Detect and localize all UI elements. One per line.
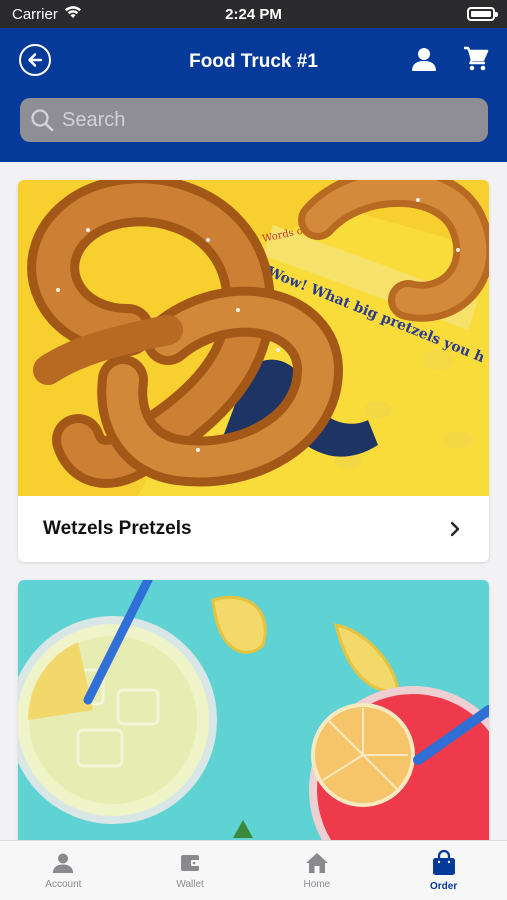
search-icon xyxy=(31,109,54,132)
back-arrow-circle-icon xyxy=(28,53,43,67)
profile-button[interactable] xyxy=(409,44,439,74)
tab-home[interactable]: Home xyxy=(254,841,381,900)
wifi-icon xyxy=(64,5,82,23)
status-bar: Carrier 2:24 PM xyxy=(0,0,507,28)
tab-bar: Account Wallet Home Order xyxy=(0,840,507,900)
cart-icon xyxy=(464,46,489,71)
tab-account[interactable]: Account xyxy=(0,841,127,900)
chevron-right-icon xyxy=(450,521,460,537)
search-input[interactable] xyxy=(62,108,462,132)
home-icon xyxy=(305,852,328,873)
vendor-card-wetzels[interactable]: Wow! What big pretzels you h Words of We… xyxy=(18,180,489,562)
battery-icon xyxy=(467,7,498,21)
pretzels-photo: Wow! What big pretzels you h Words of We… xyxy=(18,180,489,496)
person-icon xyxy=(53,853,74,873)
carrier-label: Carrier xyxy=(12,5,58,23)
vendor-list: Wow! What big pretzels you h Words of We… xyxy=(0,162,507,840)
page-title: Food Truck #1 xyxy=(189,51,318,72)
tab-wallet[interactable]: Wallet xyxy=(127,841,254,900)
shopping-bag-icon xyxy=(432,849,455,875)
vendor-card-lemonade[interactable] xyxy=(18,580,489,840)
back-button[interactable] xyxy=(19,44,51,76)
search-bar[interactable] xyxy=(20,98,488,142)
person-icon xyxy=(412,48,436,71)
cart-button[interactable] xyxy=(461,44,491,74)
header-actions xyxy=(409,44,491,74)
status-left: Carrier xyxy=(12,5,82,23)
lemonade-photo xyxy=(18,580,489,840)
tab-label: Account xyxy=(45,878,82,890)
tab-label: Order xyxy=(430,880,458,892)
tab-label: Wallet xyxy=(176,878,204,890)
card-footer: Wetzels Pretzels xyxy=(18,496,489,562)
tab-order[interactable]: Order xyxy=(380,841,507,900)
header-row: Food Truck #1 xyxy=(0,28,507,96)
tab-label: Home xyxy=(303,878,331,890)
wallet-icon xyxy=(181,854,201,871)
header: Food Truck #1 xyxy=(0,28,507,162)
vendor-name: Wetzels Pretzels xyxy=(43,518,192,539)
